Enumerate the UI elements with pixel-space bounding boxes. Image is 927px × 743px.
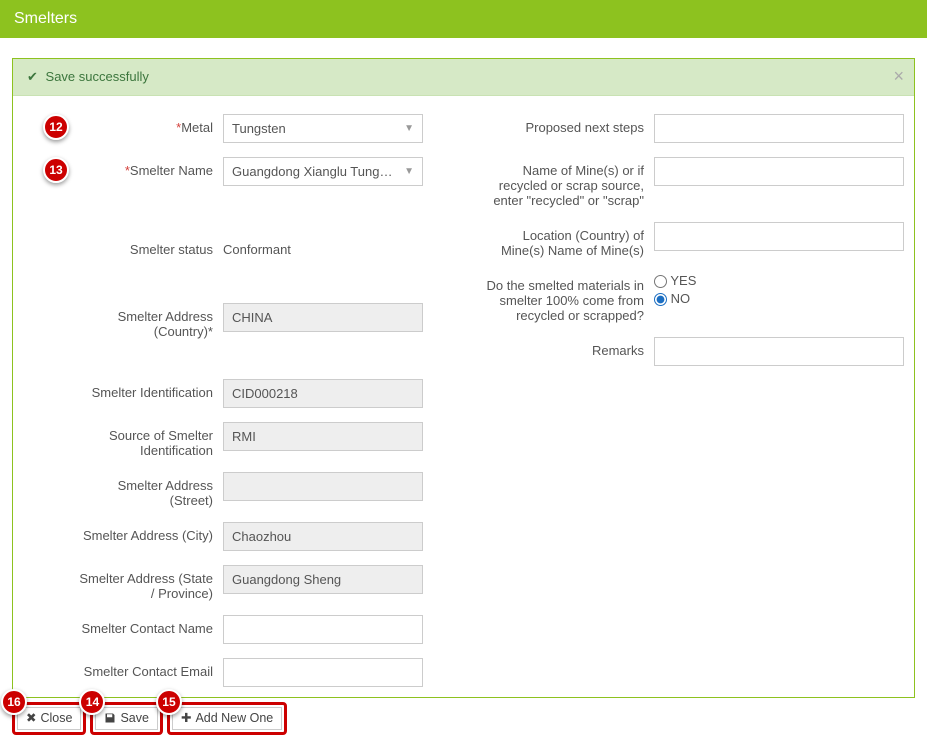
metal-select-value: Tungsten [232, 121, 286, 136]
row-contact-email: Smelter Contact Email [73, 658, 454, 687]
save-highlight: 14 Save [90, 702, 163, 735]
callout-badge-13: 13 [43, 157, 69, 183]
row-id: Smelter Identification [73, 379, 454, 408]
recycled-yes-label: YES [670, 273, 696, 288]
row-contact-name: Smelter Contact Name [73, 615, 454, 644]
smelter-name-select-value: Guangdong Xianglu Tung… [232, 164, 392, 179]
form-panel: ✔ Save successfully × 12 *Metal Tungsten… [12, 58, 915, 698]
right-column: Proposed next steps Name of Mine(s) or i… [484, 114, 904, 691]
save-button[interactable]: Save [95, 707, 158, 730]
close-icon[interactable]: × [893, 67, 904, 85]
contact-name-label: Smelter Contact Name [73, 615, 223, 636]
contact-email-label: Smelter Contact Email [73, 658, 223, 679]
header-title: Smelters [14, 10, 77, 27]
row-recycled: Do the smelted materials in smelter 100%… [484, 272, 904, 323]
callout-badge-15: 15 [156, 689, 182, 715]
chevron-down-icon: ▼ [404, 166, 414, 177]
row-smelter-name: 13 *Smelter Name Guangdong Xianglu Tung…… [73, 157, 454, 186]
row-status: Smelter status Conformant [73, 236, 454, 263]
smelter-name-select[interactable]: Guangdong Xianglu Tung… ▼ [223, 157, 423, 186]
callout-badge-16: 16 [1, 689, 27, 715]
floppy-icon [104, 712, 116, 724]
source-label: Source of Smelter Identification [73, 422, 223, 458]
recycled-no-radio[interactable] [654, 293, 667, 306]
check-icon: ✔ [27, 69, 38, 84]
add-new-highlight: 15 ✚ Add New One [167, 702, 287, 735]
page-header: Smelters [0, 0, 927, 38]
form-body: 12 *Metal Tungsten ▼ 13 *Smelter Name [13, 96, 914, 697]
source-input [223, 422, 423, 451]
row-remarks: Remarks [484, 337, 904, 366]
city-input [223, 522, 423, 551]
smelter-name-label: *Smelter Name [73, 157, 223, 178]
add-new-button[interactable]: ✚ Add New One [172, 707, 282, 730]
status-value: Conformant [223, 236, 454, 263]
row-state: Smelter Address (State / Province) [73, 565, 454, 601]
mine-input[interactable] [654, 157, 904, 186]
success-alert: ✔ Save successfully × [13, 59, 914, 96]
button-bar: 16 ✖ Close 14 Save 15 ✚ Add New One [0, 698, 927, 743]
street-input [223, 472, 423, 501]
country-input [223, 303, 423, 332]
row-location: Location (Country) of Mine(s) Name of Mi… [484, 222, 904, 258]
contact-name-input[interactable] [223, 615, 423, 644]
metal-select[interactable]: Tungsten ▼ [223, 114, 423, 143]
remarks-label: Remarks [484, 337, 654, 358]
close-button[interactable]: ✖ Close [17, 707, 81, 730]
left-column: 12 *Metal Tungsten ▼ 13 *Smelter Name [23, 114, 454, 691]
row-country: Smelter Address (Country)* [73, 303, 454, 339]
street-label: Smelter Address (Street) [73, 472, 223, 508]
row-metal: 12 *Metal Tungsten ▼ [73, 114, 454, 143]
row-next-steps: Proposed next steps [484, 114, 904, 143]
next-steps-input[interactable] [654, 114, 904, 143]
close-highlight: 16 ✖ Close [12, 702, 86, 735]
location-input[interactable] [654, 222, 904, 251]
row-street: Smelter Address (Street) [73, 472, 454, 508]
remarks-input[interactable] [654, 337, 904, 366]
next-steps-label: Proposed next steps [484, 114, 654, 135]
chevron-down-icon: ▼ [404, 123, 414, 134]
recycled-no-label: NO [671, 291, 691, 306]
id-label: Smelter Identification [73, 379, 223, 400]
city-label: Smelter Address (City) [73, 522, 223, 543]
mine-label: Name of Mine(s) or if recycled or scrap … [484, 157, 654, 208]
recycled-yes-radio[interactable] [654, 275, 667, 288]
status-label: Smelter status [73, 236, 223, 257]
metal-label: *Metal [73, 114, 223, 135]
recycled-radio-group: YES NO [654, 272, 904, 308]
contact-email-input[interactable] [223, 658, 423, 687]
location-label: Location (Country) of Mine(s) Name of Mi… [484, 222, 654, 258]
country-label: Smelter Address (Country)* [73, 303, 223, 339]
row-city: Smelter Address (City) [73, 522, 454, 551]
callout-badge-12: 12 [43, 114, 69, 140]
id-input [223, 379, 423, 408]
state-input [223, 565, 423, 594]
state-label: Smelter Address (State / Province) [73, 565, 223, 601]
recycled-label: Do the smelted materials in smelter 100%… [484, 272, 654, 323]
alert-message: Save successfully [46, 69, 149, 84]
row-mine: Name of Mine(s) or if recycled or scrap … [484, 157, 904, 208]
row-source: Source of Smelter Identification [73, 422, 454, 458]
